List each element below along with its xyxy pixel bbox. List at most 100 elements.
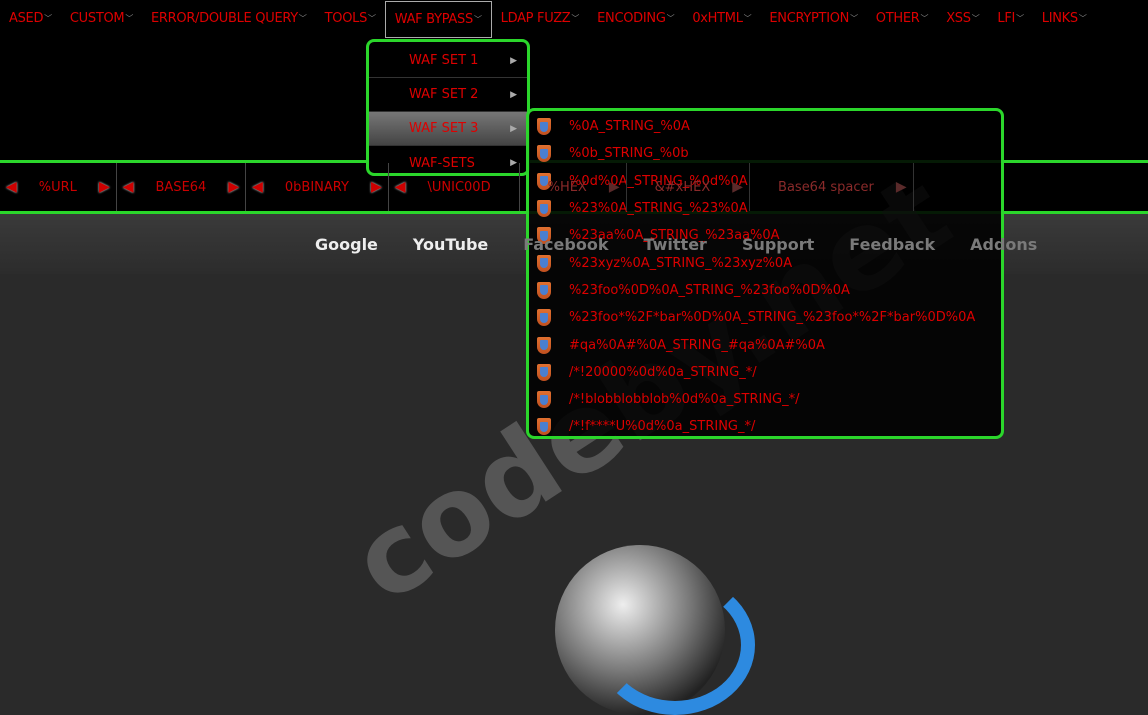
tool-unicode[interactable]: ◀ \UNIC00D: [389, 163, 520, 211]
arrow-left-icon[interactable]: ◀: [252, 179, 263, 195]
chevron-down-icon: ﹀: [473, 14, 482, 24]
waf-bypass-menu: WAF SET 1 ▶ WAF SET 2 ▶ WAF SET 3 ▶ WAF-SET…: [366, 39, 530, 176]
menu-item-waf-set-3[interactable]: WAF SET 3 ▶: [369, 112, 527, 146]
menu-lfi[interactable]: LFI ﹀: [988, 0, 1032, 38]
menu-custom[interactable]: CUSTOM ﹀: [61, 0, 142, 38]
payload-label: #qa%0A#%0A_STRING_#qa%0A#%0A: [569, 337, 825, 353]
tool-binary[interactable]: ◀ 0bBINARY ▶: [246, 163, 389, 211]
arrow-right-icon[interactable]: ▶: [228, 179, 239, 195]
menu-label: TOOLS: [324, 11, 368, 26]
payload-label: /*!f****U%0d%0a_STRING_*/: [569, 419, 756, 435]
shield-icon: [537, 118, 551, 136]
shield-icon: [537, 200, 551, 218]
arrow-left-icon[interactable]: ◀: [123, 179, 134, 195]
payload-label: /*!20000%0d%0a_STRING_*/: [569, 364, 757, 380]
waf-set-3-submenu: %0A_STRING_%0A %0b_STRING_%0b %0d%0A_STRIN…: [526, 108, 1004, 439]
menu-label: ERROR/DOUBLE QUERY: [151, 11, 298, 26]
menu-links[interactable]: LINKS ﹀: [1033, 0, 1096, 38]
menu-label: CUSTOM: [69, 11, 125, 26]
payload-label: /*!blobblobblob%0d%0a_STRING_*/: [569, 392, 800, 408]
shield-icon: [537, 363, 551, 381]
payload-item[interactable]: %23xyz%0A_STRING_%23xyz%0A: [529, 249, 1001, 276]
menu-item-label: WAF SET 1: [409, 53, 479, 68]
menu-ased[interactable]: ASED ﹀: [0, 0, 61, 38]
payload-label: %0b_STRING_%0b: [569, 146, 689, 162]
payload-item[interactable]: #qa%0A#%0A_STRING_#qa%0A#%0A: [529, 331, 1001, 358]
link-google[interactable]: Google: [315, 235, 378, 254]
menu-label: LDAP FUZZ: [500, 11, 571, 26]
menu-waf-bypass[interactable]: WAF BYPASS ﹀: [384, 1, 492, 38]
chevron-down-icon: ﹀: [666, 14, 675, 23]
tool-label: 0bBINARY: [284, 179, 349, 195]
menu-error-double-query[interactable]: ERROR/DOUBLE QUERY ﹀: [142, 0, 316, 38]
shield-icon: [537, 145, 551, 163]
payload-label: %23foo%0D%0A_STRING_%23foo%0D%0A: [569, 282, 850, 298]
payload-label: %23foo*%2F*bar%0D%0A_STRING_%23foo*%2F*b…: [569, 310, 976, 326]
chevron-down-icon: ﹀: [125, 14, 134, 23]
chevron-down-icon: ﹀: [1016, 14, 1024, 23]
arrow-left-icon[interactable]: ◀: [6, 179, 17, 195]
shield-icon: [537, 418, 551, 436]
menu-other[interactable]: OTHER ﹀: [867, 0, 937, 38]
menu-label: ENCRYPTION: [769, 11, 850, 26]
submenu-arrow-icon: ▶: [510, 55, 517, 66]
tool-base64[interactable]: ◀ BASE64 ▶: [117, 163, 247, 211]
menubar: ASED ﹀ CUSTOM ﹀ ERROR/DOUBLE QUERY ﹀ TOOLS ﹀…: [0, 0, 1148, 38]
menu-label: ASED: [9, 11, 44, 26]
arrow-right-icon[interactable]: ▶: [371, 179, 382, 195]
menu-label: LFI: [997, 11, 1016, 26]
menu-label: 0xHTML: [692, 11, 743, 26]
payload-item[interactable]: /*!blobblobblob%0d%0a_STRING_*/: [529, 386, 1001, 413]
menu-item-label: WAF SET 3: [409, 121, 479, 136]
menu-item-waf-set-2[interactable]: WAF SET 2 ▶: [369, 78, 527, 112]
payload-label: %0A_STRING_%0A: [569, 119, 690, 135]
menu-ldap-fuzz[interactable]: LDAP FUZZ ﹀: [492, 0, 588, 38]
shield-icon: [537, 309, 551, 327]
menu-xss[interactable]: XSS ﹀: [937, 0, 988, 38]
shield-icon: [537, 391, 551, 409]
tool-label: %URL: [38, 179, 77, 195]
payload-item[interactable]: /*!f****U%0d%0a_STRING_*/: [529, 413, 1001, 440]
payload-item[interactable]: %23foo%0D%0A_STRING_%23foo%0D%0A: [529, 277, 1001, 304]
submenu-arrow-icon: ▶: [510, 123, 517, 134]
payload-item[interactable]: %0d%0A_STRING_%0d%0A: [529, 168, 1001, 195]
payload-item[interactable]: %23foo*%2F*bar%0D%0A_STRING_%23foo*%2F*b…: [529, 304, 1001, 331]
shield-icon: [537, 172, 551, 190]
menu-0xhtml[interactable]: 0xHTML ﹀: [683, 0, 760, 38]
payload-item[interactable]: %23%0A_STRING_%23%0A: [529, 195, 1001, 222]
menu-item-label: WAF SET 2: [409, 87, 479, 102]
chevron-down-icon: ﹀: [743, 14, 752, 23]
chevron-down-icon: ﹀: [1078, 14, 1087, 23]
payload-item[interactable]: /*!20000%0d%0a_STRING_*/: [529, 359, 1001, 386]
chevron-down-icon: ﹀: [920, 14, 929, 23]
menu-label: OTHER: [875, 11, 920, 26]
link-youtube[interactable]: YouTube: [413, 235, 488, 254]
arrow-right-icon[interactable]: ▶: [99, 179, 110, 195]
menu-label: XSS: [946, 11, 971, 26]
chevron-down-icon: ﹀: [571, 14, 580, 23]
payload-label: %23%0A_STRING_%23%0A: [569, 201, 748, 217]
chevron-down-icon: ﹀: [368, 14, 376, 23]
payload-item[interactable]: %0b_STRING_%0b: [529, 140, 1001, 167]
payload-label: %23xyz%0A_STRING_%23xyz%0A: [569, 255, 793, 271]
payload-item[interactable]: %0A_STRING_%0A: [529, 113, 1001, 140]
chevron-down-icon: ﹀: [44, 14, 52, 23]
shield-icon: [537, 227, 551, 245]
menu-tools[interactable]: TOOLS ﹀: [316, 0, 385, 38]
menu-label: WAF BYPASS: [394, 11, 474, 27]
menu-label: ENCODING: [597, 11, 666, 26]
menu-encoding[interactable]: ENCODING ﹀: [588, 0, 683, 38]
menu-encryption[interactable]: ENCRYPTION ﹀: [760, 0, 866, 38]
payload-item[interactable]: %23aa%0A_STRING_%23aa%0A: [529, 222, 1001, 249]
chevron-down-icon: ﹀: [298, 14, 307, 23]
menu-label: LINKS: [1041, 11, 1078, 26]
shield-icon: [537, 254, 551, 272]
payload-label: %23aa%0A_STRING_%23aa%0A: [569, 228, 780, 244]
globe-logo: [555, 545, 755, 715]
submenu-arrow-icon: ▶: [510, 89, 517, 100]
menu-item-waf-set-1[interactable]: WAF SET 1 ▶: [369, 44, 527, 78]
tool-label: BASE64: [155, 179, 207, 195]
tool-url[interactable]: ◀ %URL ▶: [0, 163, 117, 211]
arrow-left-icon[interactable]: ◀: [395, 179, 406, 195]
chevron-down-icon: ﹀: [971, 14, 980, 23]
